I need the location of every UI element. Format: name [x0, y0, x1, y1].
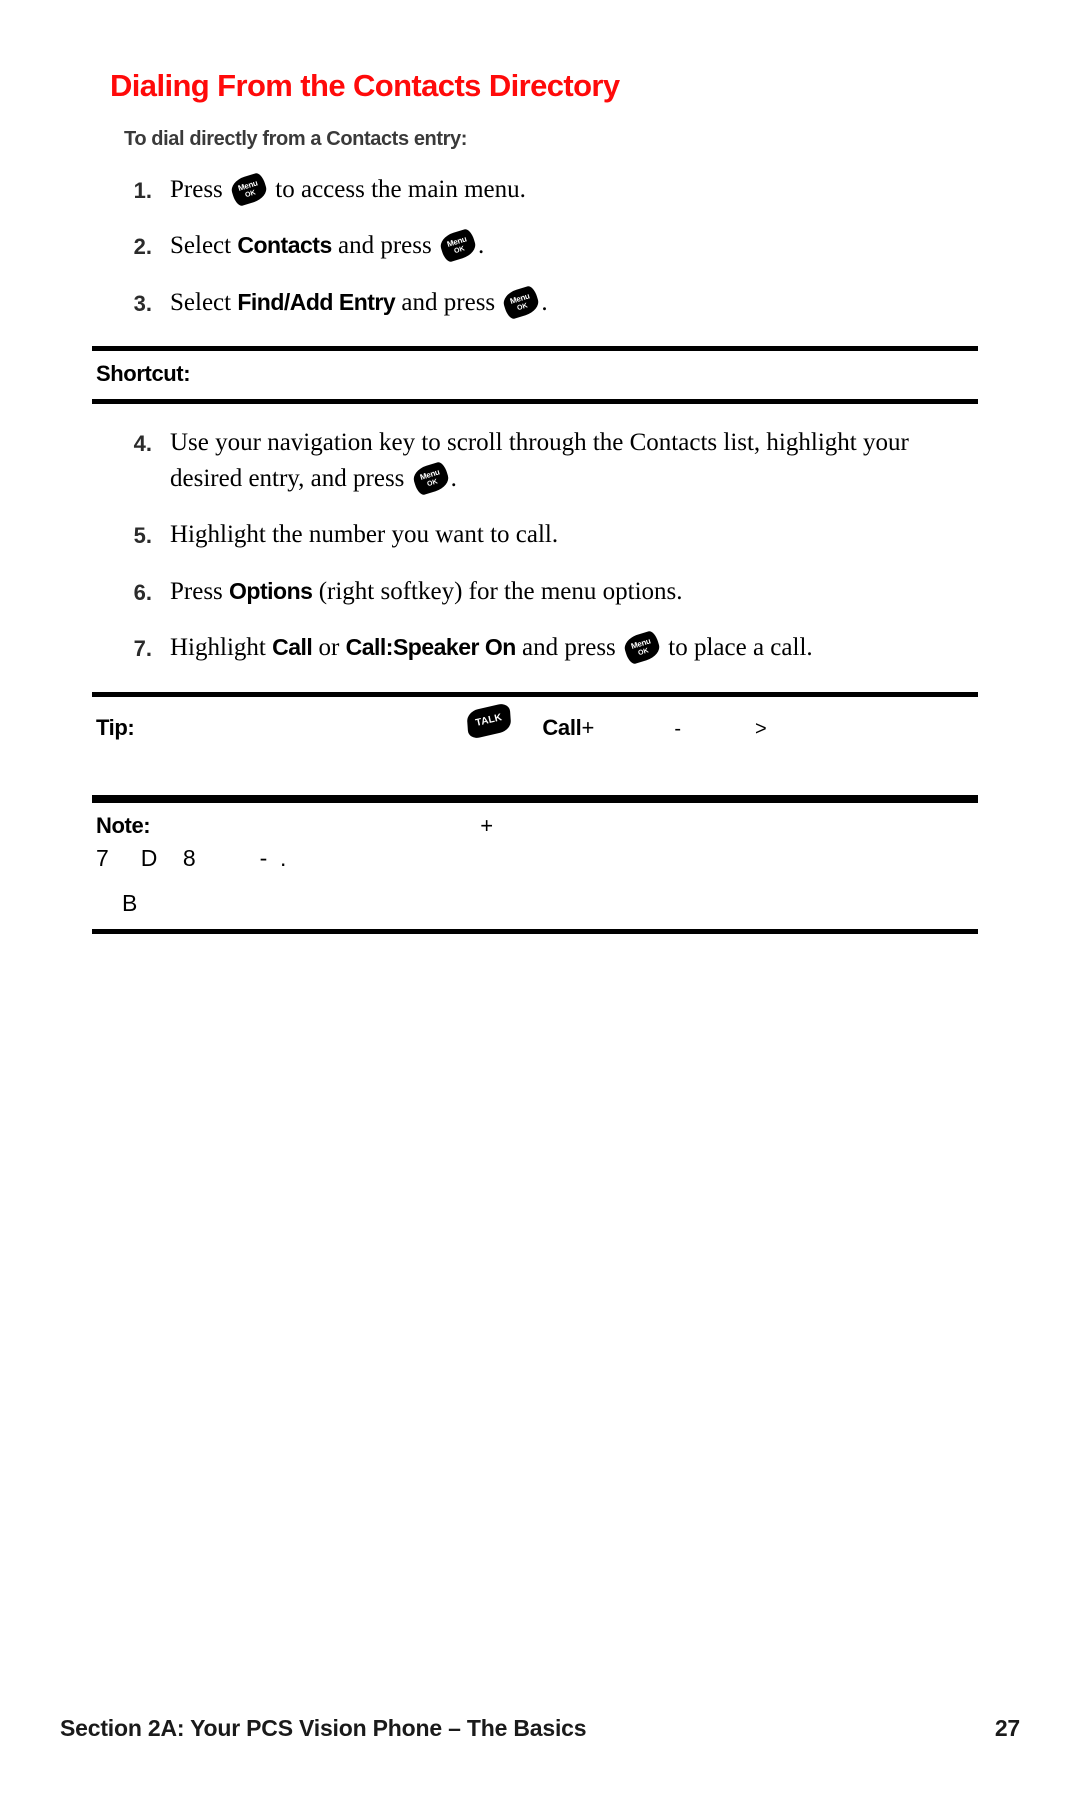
talk-key-icon: TALK	[466, 701, 512, 740]
step-number: 3.	[133, 290, 152, 316]
step-emphasis: Options	[229, 577, 313, 604]
menu-ok-key-shape	[621, 629, 663, 666]
note-fragment-line2: 7 D 8 - .	[96, 844, 287, 871]
step-text: Press Menu OK to access the main menu.	[170, 171, 978, 208]
step-item: 1. Press Menu OK to access the main menu.	[92, 171, 978, 208]
step-text: Highlight the number you want to call.	[170, 521, 559, 549]
tip-empty-line	[96, 741, 974, 783]
note-fragment-line3: B	[122, 889, 138, 916]
step-text: Select Find/Add Entry and press Menu OK.	[170, 284, 978, 321]
shortcut-callout: Shortcut:	[92, 346, 978, 405]
step-number: 7.	[133, 636, 152, 662]
note-row: Note: +	[96, 813, 974, 839]
menu-ok-key-shape	[501, 284, 542, 321]
manual-page: Dialing From the Contacts Directory To d…	[0, 0, 1080, 1800]
step-text: Press Options (right softkey) for the me…	[170, 577, 683, 605]
menu-ok-key-icon: Menu OK	[228, 171, 270, 208]
step-item: 3. Select Find/Add Entry and press Menu OK…	[92, 284, 978, 321]
step-text: Select Contacts and press Menu OK.	[170, 227, 978, 264]
steps-list-first: 1. Press Menu OK to access the main menu. 2…	[92, 171, 978, 321]
menu-ok-key-icon: Menu OK	[437, 227, 479, 264]
shortcut-label: Shortcut:	[96, 361, 191, 387]
step-number: 4.	[133, 431, 152, 457]
step-number: 5.	[133, 523, 152, 549]
steps-list-second: 4. Use your navigation key to scroll thro…	[92, 425, 978, 666]
note-label: Note:	[96, 812, 151, 838]
step-text: Highlight Call or Call:Speaker On and pr…	[170, 629, 978, 666]
tip-callout: Tip: TALK Call + - >	[92, 691, 978, 800]
tip-callout-body: Tip: TALK Call + - >	[92, 697, 978, 795]
tip-fragment-plus: +	[581, 714, 595, 740]
step-number: 1.	[133, 177, 152, 203]
footer-section-label: Section 2A: Your PCS Vision Phone – The …	[60, 1715, 587, 1741]
menu-ok-key-shape	[410, 460, 451, 497]
step-number: 6.	[133, 579, 152, 605]
menu-ok-key-icon: Menu OK	[410, 460, 451, 497]
step-item: 7. Highlight Call or Call:Speaker On and …	[92, 629, 978, 666]
tip-fragment-call: Call	[542, 714, 582, 740]
menu-ok-key-icon: Menu OK	[621, 629, 663, 666]
shortcut-rule-bottom	[92, 399, 978, 405]
menu-ok-key-shape	[437, 227, 479, 264]
shortcut-callout-body: Shortcut:	[92, 351, 978, 399]
tip-fragment-dash: -	[674, 717, 682, 740]
step-item: 5. Highlight the number you want to call.	[92, 517, 978, 553]
step-item: 6. Press Options (right softkey) for the …	[92, 574, 978, 610]
menu-ok-key-shape	[228, 171, 270, 208]
step-emphasis: Contacts	[237, 232, 332, 259]
menu-ok-key-icon: Menu OK	[501, 284, 542, 321]
note-callout-body: Note: + 7 D 8 - . B	[92, 803, 978, 929]
footer-page-number: 27	[994, 1715, 1020, 1741]
note-fragment-plus: +	[480, 812, 494, 838]
tip-row: Tip: TALK Call + - >	[96, 701, 974, 741]
page-content: Dialing From the Contacts Directory To d…	[92, 68, 978, 934]
page-title: Dialing From the Contacts Directory	[110, 68, 620, 103]
step-number: 2.	[133, 234, 152, 260]
page-footer: Section 2A: Your PCS Vision Phone – The …	[60, 1715, 1020, 1742]
step-emphasis: Call:Speaker On	[345, 634, 517, 661]
tip-label: Tip:	[96, 714, 135, 740]
step-item: 2. Select Contacts and press Menu OK.	[92, 227, 978, 264]
note-callout: Note: + 7 D 8 - . B	[92, 799, 978, 934]
talk-key-shape	[466, 701, 512, 740]
section-subheading: To dial directly from a Contacts entry:	[124, 127, 467, 150]
step-item: 4. Use your navigation key to scroll thro…	[92, 425, 978, 497]
tip-fragment-gt: >	[755, 717, 767, 740]
step-emphasis: Find/Add Entry	[237, 288, 396, 315]
step-emphasis: Call	[272, 634, 313, 661]
step-text: Use your navigation key to scroll throug…	[170, 425, 978, 497]
note-rule-bottom	[92, 928, 978, 934]
